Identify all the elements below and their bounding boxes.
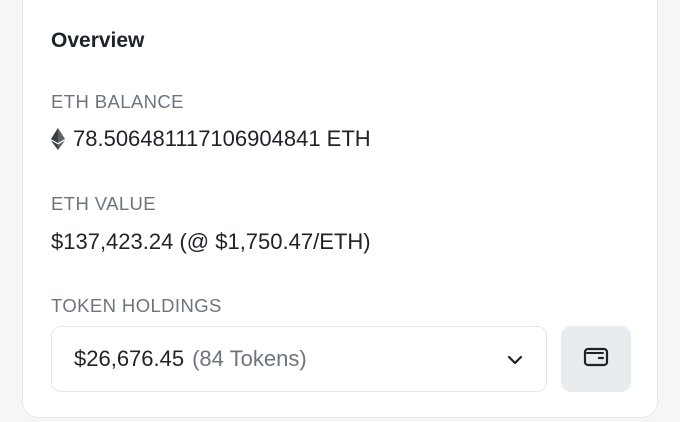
token-holdings-count: (84 Tokens) bbox=[192, 346, 307, 371]
eth-value-text: $137,423.24 (@ $1,750.47/ETH) bbox=[51, 229, 371, 254]
eth-balance-value: 78.506481117106904841 ETH bbox=[51, 126, 371, 152]
eth-value-label: ETH VALUE bbox=[51, 193, 157, 214]
token-holdings-dropdown[interactable]: $26,676.45 (84 Tokens) bbox=[51, 326, 547, 392]
token-holdings-label: TOKEN HOLDINGS bbox=[51, 295, 222, 316]
wallet-button[interactable] bbox=[561, 326, 631, 392]
token-holdings-amount: $26,676.45 bbox=[74, 346, 185, 371]
eth-balance-label: ETH BALANCE bbox=[51, 91, 184, 112]
overview-title: Overview bbox=[51, 29, 145, 52]
eth-balance-text: 78.506481117106904841 ETH bbox=[73, 126, 371, 151]
wallet-icon bbox=[583, 346, 609, 373]
chevron-down-icon bbox=[506, 351, 524, 369]
ethereum-icon bbox=[51, 128, 65, 150]
overview-card: Overview ETH BALANCE 78.5064811171069048… bbox=[22, 0, 658, 418]
